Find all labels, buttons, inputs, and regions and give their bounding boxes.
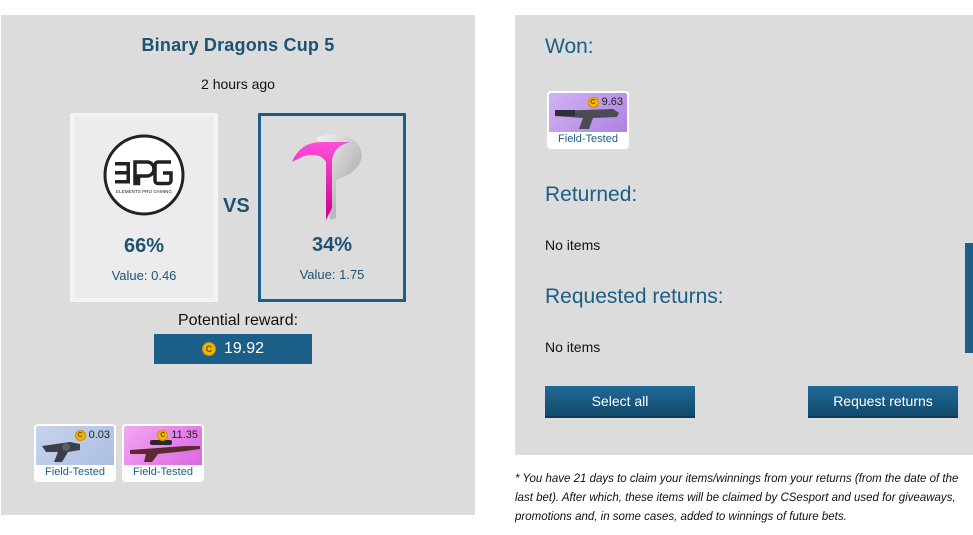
returned-empty-text: No items (545, 237, 601, 253)
returned-heading: Returned: (545, 183, 638, 206)
coin-icon: C (157, 429, 169, 441)
item-condition: Field-Tested (124, 465, 202, 480)
vs-label: VS (223, 195, 250, 217)
team2-percent: 34% (311, 234, 353, 256)
potential-reward-value: C 19.92 (154, 334, 312, 364)
item-condition: Field-Tested (36, 465, 114, 480)
coin-icon: C (74, 429, 86, 441)
item-price: C 9.63 (587, 96, 623, 108)
item-price: C 11.35 (157, 429, 198, 441)
match-title: Binary Dragons Cup 5 (141, 35, 335, 55)
won-item-card[interactable]: C 9.63 Field-Tested (547, 91, 629, 149)
coin-icon: C (201, 342, 216, 356)
item-price: C 0.03 (74, 429, 110, 441)
select-all-button[interactable]: Select all (545, 386, 695, 416)
results-panel: Won: C 9.63 Field-Tested Returned: No it… (515, 15, 973, 455)
team1-percent: 66% (123, 235, 165, 257)
coin-icon: C (587, 96, 599, 108)
requested-returns-heading: Requested returns: (545, 285, 724, 308)
svg-text:ELEMENTS PRO GAMING: ELEMENTS PRO GAMING (116, 189, 172, 194)
reward-amount: 19.92 (223, 340, 265, 357)
won-heading: Won: (545, 35, 594, 58)
returns-footnote: * You have 21 days to claim your items/w… (515, 473, 959, 523)
epg-logo-icon: ELEMENTS PRO GAMING (103, 134, 185, 216)
tp-logo-icon (292, 133, 362, 220)
request-returns-button[interactable]: Request returns (808, 386, 958, 416)
potential-reward-label: Potential reward: (177, 312, 299, 329)
match-panel: Binary Dragons Cup 5 2 hours ago ELEMENT… (1, 15, 475, 515)
team-card-epg[interactable]: ELEMENTS PRO GAMING 66% Value: 0.46 (70, 113, 218, 302)
team1-value: Value: 0.46 (111, 268, 177, 283)
team-card-tp[interactable]: 34% Value: 1.75 (258, 113, 406, 302)
match-time: 2 hours ago (201, 76, 275, 92)
scrollbar-thumb[interactable] (965, 243, 973, 353)
bet-item-card[interactable]: C 0.03 Field-Tested (34, 424, 116, 482)
requested-empty-text: No items (545, 339, 601, 355)
item-condition: Field-Tested (549, 132, 627, 147)
bet-item-card[interactable]: C 11.35 Field-Tested (122, 424, 204, 482)
team2-value: Value: 1.75 (299, 267, 365, 282)
